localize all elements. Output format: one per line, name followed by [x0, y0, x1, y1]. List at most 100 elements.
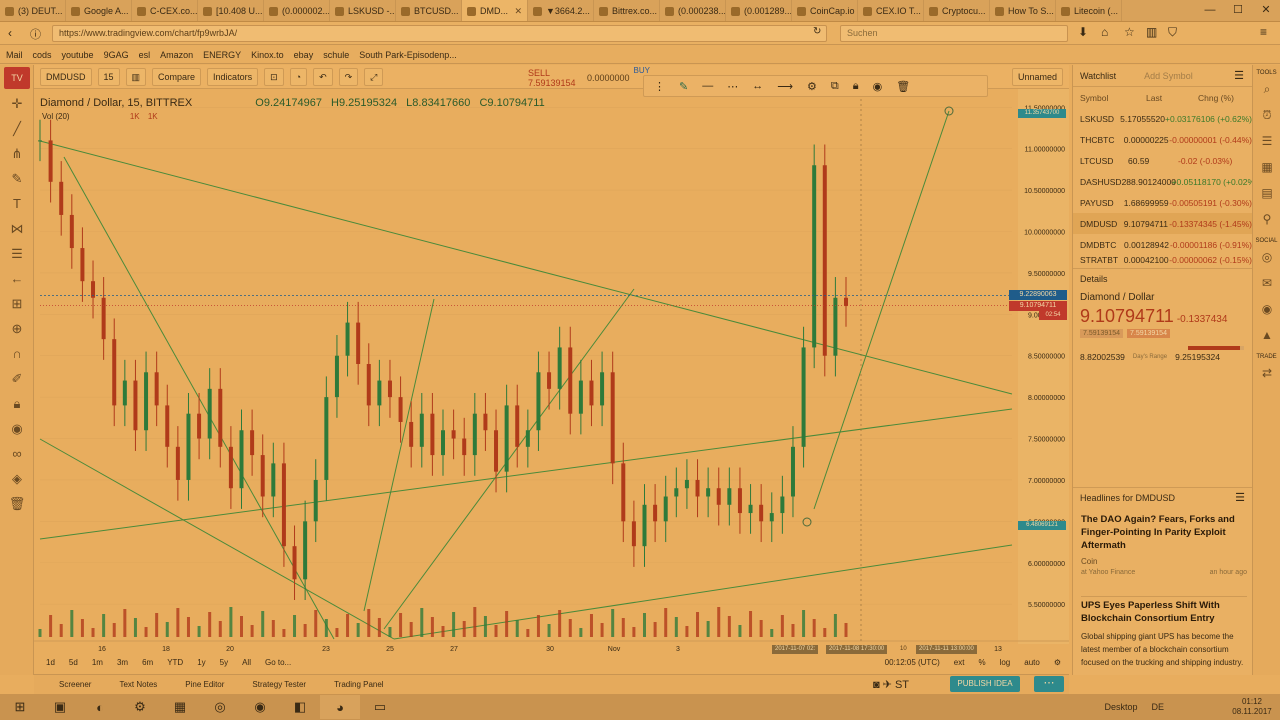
measure-icon[interactable]: ⊞ [0, 291, 34, 316]
browser-tab-active[interactable]: DMD... ✕ [462, 0, 528, 21]
broadcast-icon[interactable]: ◉ [1253, 296, 1280, 322]
more-icon[interactable]: ⋯ [1034, 676, 1064, 692]
redo-icon[interactable]: ↷ [338, 67, 359, 86]
lock-icon[interactable]: 🔒︎ [0, 391, 34, 416]
chat-bubble-icon[interactable]: ✉ [1253, 270, 1280, 296]
pattern-icon[interactable]: ⋈ [0, 216, 34, 241]
column-symbol[interactable]: Symbol [1080, 93, 1128, 103]
browser-tab[interactable]: Cryptocu... [924, 0, 990, 21]
back-arrow-icon[interactable]: ← [0, 266, 34, 291]
star-icon[interactable]: ☆ [1124, 25, 1135, 39]
shield-icon[interactable]: ⛉ [1168, 25, 1177, 40]
log-toggle[interactable]: log [1000, 658, 1011, 667]
camera-icon[interactable]: ◙ [873, 679, 880, 691]
user-avatar[interactable]: TV [4, 67, 30, 89]
tab-strategy-tester[interactable]: Strategy Tester [252, 680, 306, 689]
auto-toggle[interactable]: auto [1024, 658, 1040, 667]
bookmark-item[interactable]: 9GAG [104, 50, 129, 60]
tab-text-notes[interactable]: Text Notes [119, 680, 157, 689]
magnet-icon[interactable]: ∩ [0, 341, 34, 366]
news-item[interactable]: UPS Eyes Paperless Shift With Blockchain… [1081, 596, 1247, 669]
trend-line-icon[interactable]: ╱ [0, 116, 34, 141]
bookmark-item[interactable]: ENERGY [203, 50, 241, 60]
back-arrow-icon[interactable]: ‹ [8, 26, 12, 40]
browser-tab[interactable]: (0.000002... [264, 0, 330, 21]
bookmark-item[interactable]: Amazon [160, 50, 193, 60]
range-button[interactable]: YTD [167, 658, 183, 667]
zoom-icon[interactable]: ⊕ [0, 316, 34, 341]
browser-tab[interactable]: CoinCap.io [792, 0, 858, 21]
news-item[interactable]: The DAO Again? Fears, Forks and Finger-P… [1081, 513, 1247, 576]
eye-icon[interactable]: ◉ [0, 416, 34, 441]
address-input[interactable]: https://www.tradingview.com/chart/fp9wrb… [52, 25, 827, 42]
watchlist-row-selected[interactable]: DMDUSD 9.10794711 -0.13374345 (-1.45%) [1073, 213, 1252, 234]
watchlist-row[interactable]: PAYUSD 1.68699959 -0.00505191 (-0.30%) [1073, 192, 1252, 213]
browser-tab[interactable]: (0.000238... [660, 0, 726, 21]
watchlist-menu-icon[interactable]: ☰ [1234, 69, 1244, 82]
language-label[interactable]: DE [1151, 702, 1164, 712]
close-tab-icon[interactable]: ✕ [514, 6, 522, 17]
browser-search-input[interactable]: Suchen [840, 25, 1068, 42]
range-button[interactable]: All [242, 658, 251, 667]
trade-icon[interactable]: ⇄ [1253, 360, 1280, 386]
firefox-icon[interactable]: ◕ [320, 695, 360, 719]
browser-tab[interactable]: LSKUSD -... [330, 0, 396, 21]
interval-select[interactable]: 15 [97, 67, 120, 86]
reload-icon[interactable]: ↻ [813, 26, 821, 37]
range-button[interactable]: 1d [46, 658, 55, 667]
calendar-icon[interactable]: ▦ [1253, 154, 1280, 180]
range-button[interactable]: 5d [69, 658, 78, 667]
library-icon[interactable]: ▥ [1146, 25, 1157, 39]
info-icon[interactable]: ⓘ [30, 26, 41, 42]
tab-screener[interactable]: Screener [59, 680, 91, 689]
download-icon[interactable]: ⬇ [1078, 25, 1088, 39]
bookmark-item[interactable]: Mail [6, 50, 23, 60]
layout-name-button[interactable]: Unnamed [1011, 67, 1063, 86]
desktop-label[interactable]: Desktop [1104, 702, 1137, 712]
close-window-icon[interactable]: ✕ [1252, 0, 1280, 22]
tab-pine-editor[interactable]: Pine Editor [185, 680, 224, 689]
alert-icon[interactable]: ◔ [289, 67, 308, 86]
browser-tab[interactable]: How To S... [990, 0, 1056, 21]
add-symbol-input[interactable]: Add Symbol [1144, 71, 1193, 81]
price-chart-svg[interactable]: 11.5000000011.0000000010.5000000010.0000… [34, 89, 1069, 654]
browser-tab[interactable]: [10.408 U... [198, 0, 264, 21]
fib-icon[interactable]: ☰ [0, 241, 34, 266]
range-button[interactable]: 1m [92, 658, 103, 667]
text-icon[interactable]: T [0, 191, 34, 216]
watchlist-row[interactable]: LTCUSD 60.59 -0.02 (-0.03%) [1073, 150, 1252, 171]
range-button[interactable]: 5y [220, 658, 228, 667]
headlines-menu-icon[interactable]: ☰ [1235, 491, 1245, 504]
browser-tab[interactable]: (0.001289... [726, 0, 792, 21]
clock[interactable]: 01:12 08.11.2017 [1224, 697, 1280, 717]
chart-type-icon[interactable]: ▥ [125, 67, 147, 86]
publish-idea-button[interactable]: PUBLISH IDEA [950, 676, 1020, 692]
range-button[interactable]: 6m [142, 658, 153, 667]
ideas-icon[interactable]: ⚲ [1253, 206, 1280, 232]
watchlist-row[interactable]: DMDBTC 0.00128942 -0.00001186 (-0.91%) [1073, 234, 1252, 255]
browser-tab[interactable]: Google A... [66, 0, 132, 21]
maximize-icon[interactable]: ☐ [1224, 0, 1252, 22]
browser-tab[interactable]: Litecoin (... [1056, 0, 1122, 21]
list-icon[interactable]: ☰ [1253, 128, 1280, 154]
layers-icon[interactable]: ◈ [0, 466, 34, 491]
bookmark-item[interactable]: schule [323, 50, 349, 60]
app-icon[interactable]: ◐ [80, 695, 120, 719]
bookmark-item[interactable]: ebay [294, 50, 314, 60]
fullscreen-icon[interactable]: ⤢ [364, 67, 384, 86]
news-title[interactable]: UPS Eyes Paperless Shift With Blockchain… [1081, 599, 1247, 625]
browser-tab[interactable]: (3) DEUT... [0, 0, 66, 21]
watchlist-row[interactable]: LSKUSD 5.17055520 +0.03176106 (+0.62%) [1073, 108, 1252, 129]
templates-icon[interactable]: ⊡ [264, 67, 284, 86]
ext-toggle[interactable]: ext [954, 658, 965, 667]
start-icon[interactable]: ⊞ [0, 695, 40, 719]
chrome-icon[interactable]: ◎ [200, 695, 240, 719]
twitter-icon[interactable]: ✈ [883, 679, 892, 691]
browser-tab[interactable]: C-CEX.co... [132, 0, 198, 21]
link-icon[interactable]: ∞ [0, 441, 34, 466]
column-last[interactable]: Last [1128, 93, 1178, 103]
bookmark-item[interactable]: cods [33, 50, 52, 60]
trash-icon[interactable]: 🗑︎ [0, 491, 34, 516]
alarm-icon[interactable]: ⏰︎ [1253, 102, 1280, 128]
indicators-button[interactable]: Indicators [207, 67, 259, 86]
